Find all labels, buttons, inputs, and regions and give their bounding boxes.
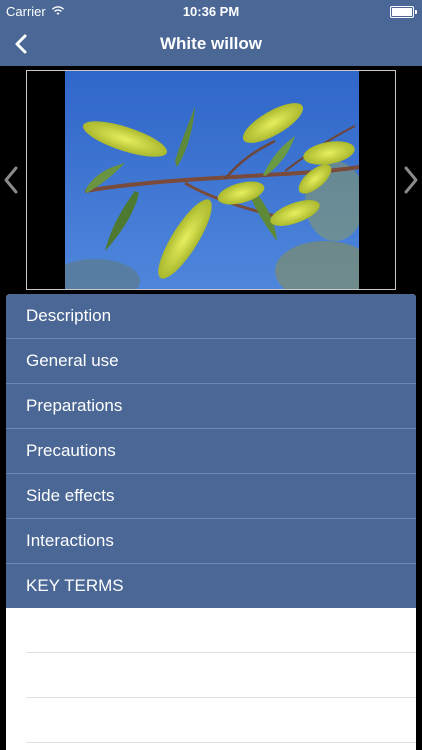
list-item-label: Preparations xyxy=(26,396,123,415)
previous-photo-button[interactable] xyxy=(2,164,22,196)
row-divider xyxy=(26,652,416,653)
list-item-description[interactable]: Description xyxy=(6,294,416,339)
list-item-label: Side effects xyxy=(26,486,115,505)
photo-frame xyxy=(26,70,396,290)
plant-photo[interactable] xyxy=(65,71,359,289)
next-photo-button[interactable] xyxy=(400,164,420,196)
list-item-preparations[interactable]: Preparations xyxy=(6,384,416,429)
list-item-label: KEY TERMS xyxy=(26,576,124,595)
page-title: White willow xyxy=(160,34,262,53)
chevron-left-icon xyxy=(4,166,18,194)
row-divider xyxy=(26,742,416,743)
list-item-side-effects[interactable]: Side effects xyxy=(6,474,416,519)
status-time: 10:36 PM xyxy=(182,4,240,19)
list-item-label: Interactions xyxy=(26,531,114,550)
topic-list: Description General use Preparations Pre… xyxy=(6,294,416,750)
list-item-interactions[interactable]: Interactions xyxy=(6,519,416,564)
list-item-precautions[interactable]: Precautions xyxy=(6,429,416,474)
empty-list-area xyxy=(6,608,416,750)
chevron-right-icon xyxy=(404,166,418,194)
list-item-general-use[interactable]: General use xyxy=(6,339,416,384)
row-divider xyxy=(26,697,416,698)
navigation-bar: White willow xyxy=(0,22,422,66)
battery-icon xyxy=(390,6,417,18)
status-bar: Carrier 10:36 PM xyxy=(0,0,422,22)
list-item-label: General use xyxy=(26,351,119,370)
list-item-label: Description xyxy=(26,306,112,325)
photo-carousel xyxy=(0,66,422,294)
list-item-label: Precautions xyxy=(26,441,116,460)
list-item-key-terms[interactable]: KEY TERMS xyxy=(6,564,416,608)
